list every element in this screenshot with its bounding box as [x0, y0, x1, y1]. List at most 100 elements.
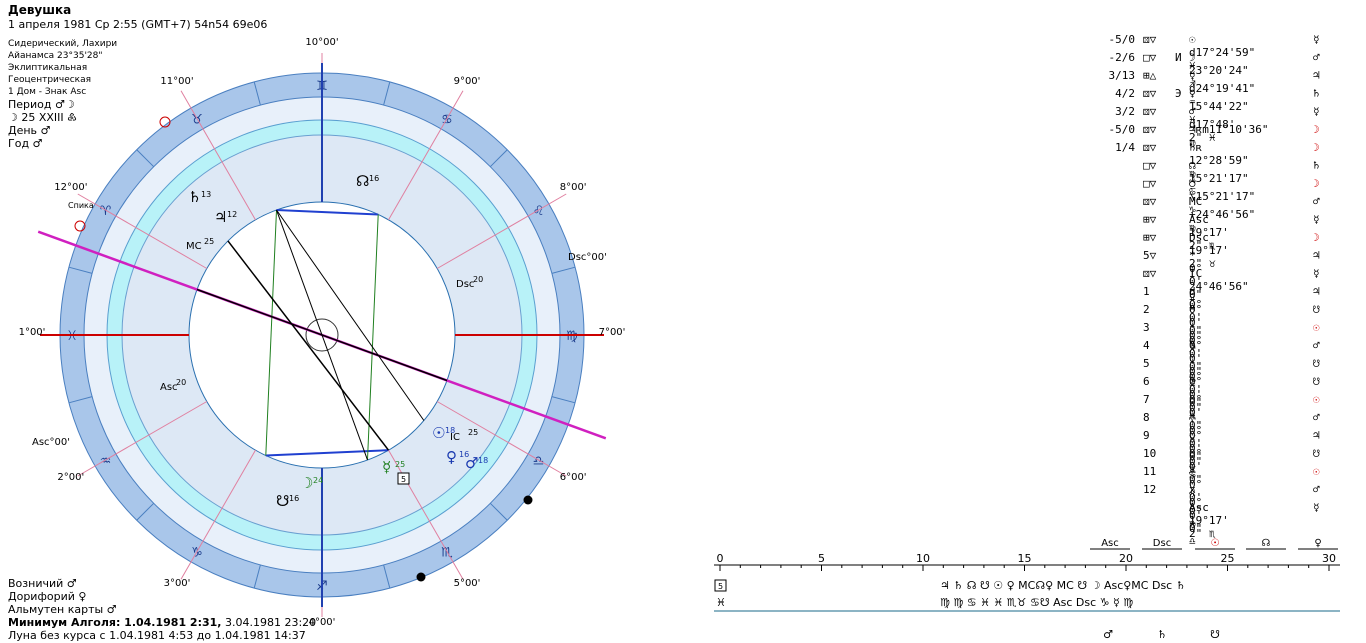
scale-mark-label: ☉	[1211, 538, 1220, 549]
planet-table-asp: □▽	[1143, 159, 1157, 172]
mc-inner-label: MC	[186, 241, 202, 252]
house-cusp-label: 9°00'	[454, 76, 481, 87]
planet-glyph: ☽	[300, 474, 313, 492]
house-cusp-label: 5°00'	[454, 578, 481, 589]
planet-table-score: 3/13	[1108, 69, 1136, 82]
planet-table-ruler: ♃	[1313, 69, 1320, 82]
ic-degree: 25	[468, 428, 478, 437]
planet-glyph: ♃	[214, 208, 227, 226]
scale-mark-label: ♀	[1314, 538, 1321, 549]
planet-table-score: 1/4	[1115, 141, 1135, 154]
planet-glyph: ♄	[188, 188, 201, 206]
scale-mark-label: ☊	[1262, 538, 1271, 549]
planet-table-ruler: ♃	[1313, 429, 1320, 442]
zodiac-sign-glyph: ♍	[566, 329, 578, 344]
planet-table-ruler: ☿	[1313, 501, 1320, 514]
planet-glyph: ☿	[382, 458, 391, 476]
planet-table-asp: □▽	[1143, 177, 1157, 190]
planet-table-asp: 10	[1143, 447, 1157, 460]
scale-tick-label: 20	[1119, 552, 1133, 565]
chart-title: Девушка	[8, 3, 72, 17]
planet-table-asp: ⚄▽	[1143, 267, 1157, 280]
planet-table-ruler: ☿	[1313, 33, 1320, 46]
planet-table-ruler: ☿	[1313, 105, 1320, 118]
scale-row1-label: 5	[718, 582, 723, 591]
planet-table-asp: ⚄▽	[1143, 141, 1157, 154]
planet-table-asp: ⚄▽	[1143, 195, 1157, 208]
planet-table-ruler: ☋	[1313, 357, 1320, 370]
planet-table-ruler: ☉	[1313, 321, 1320, 334]
planet-table-ruler: ♄	[1313, 159, 1320, 172]
planet-table-ruler: ☉	[1313, 393, 1320, 406]
planet-table-asp: 3	[1143, 321, 1150, 334]
natal-chart-wheel: ♌♋♊♉♈♓♒♑♐♏♎♍10°00'11°00'12°00'1°00'2°00'…	[19, 37, 626, 628]
planet-glyph: ♂	[465, 454, 478, 472]
scale-tick-label: 30	[1322, 552, 1336, 565]
planet-table-ruler: ♃	[1313, 285, 1320, 298]
scale-mark-label: Dsc	[1153, 538, 1171, 549]
house-cusp-label: 10°00'	[305, 37, 338, 48]
house-box-label: 5	[401, 475, 406, 484]
planet-degree: 24	[313, 476, 323, 485]
planet-degree: 25	[395, 460, 405, 469]
scale-row2-label: ♓	[716, 596, 726, 609]
planet-table-ruler: ☽	[1313, 177, 1320, 190]
scale-row1: ♃ ♄ ☊ ☋ ☉ ♀ MC☊♀ MC ☋ ☽ Asc♀MC Dsc ♄	[940, 579, 1186, 592]
planet-table-ruler: ☿	[1313, 213, 1320, 226]
house-cusp-label: 3°00'	[164, 578, 191, 589]
planet-table-asp: □▽	[1143, 51, 1157, 64]
planet-degree: 18	[478, 456, 488, 465]
degree-scale: 0 5 10 15 20 25 30 Asc Dsc ☉ ☊ ♀ 5 ♓ ♃ ♄ ☊ ☋ ☉ ♀ MC☊♀ …	[714, 538, 1340, 641]
planet-table-asp: ⊞▽	[1143, 231, 1157, 244]
planet-table-ruler: ☽	[1313, 123, 1320, 136]
asc-outer-label: Asc°00'	[32, 437, 70, 448]
house-cusp-label: 6°00'	[560, 472, 587, 483]
planet-table-asp: 2	[1143, 303, 1150, 316]
zodiac-sign-glyph: ♎	[533, 454, 545, 469]
planet-table-asp: ⊞▽	[1143, 213, 1157, 226]
planet-table-asp: 11	[1143, 465, 1157, 478]
asc-degree: 20	[176, 378, 186, 387]
planet-table-asp: 1	[1143, 285, 1150, 298]
zodiac-sign-glyph: ♌	[533, 204, 545, 219]
scale-mark-label: Asc	[1101, 538, 1119, 549]
planet-table-ruler: ♂	[1313, 51, 1320, 64]
zodiac-sign-glyph: ♒	[100, 454, 112, 469]
planet-degree: 18	[445, 426, 455, 435]
scale-tick-label: 5	[818, 552, 825, 565]
planet-table-asp: 12	[1143, 483, 1157, 496]
house-cusp-label: 4°00'	[309, 617, 336, 628]
scale-tick-label: 15	[1018, 552, 1032, 565]
house-cusp-label: 1°00'	[19, 327, 46, 338]
planet-table-mark: Э	[1175, 87, 1182, 100]
moon-void-line: Луна без курса с 1.04.1981 4:53 до 1.04.…	[8, 629, 306, 642]
planet-degree: 12	[227, 210, 237, 219]
zodiac-sign-glyph: ♈	[100, 204, 112, 219]
planet-table-asp: 5▽	[1143, 249, 1157, 262]
scale-bottom-glyph: ♂	[1103, 628, 1113, 641]
planet-table-ruler: ☋	[1313, 303, 1320, 316]
planet-degree: 13	[201, 190, 211, 199]
planet-table-ruler: ☽	[1313, 231, 1320, 244]
planet-table-asp: ⚄▽	[1143, 123, 1157, 136]
house-cusp-label: 8°00'	[560, 182, 587, 193]
black-dot	[523, 495, 533, 505]
planet-table-ruler: ♂	[1313, 483, 1320, 496]
planet-table-mark: И	[1175, 51, 1182, 64]
planet-table-ruler: ☋	[1313, 375, 1320, 388]
planet-table-ruler: ☿	[1313, 267, 1320, 280]
planet-glyph: ☋	[276, 492, 289, 510]
planet-table-asp: 4	[1143, 339, 1150, 352]
dsc-degree: 20	[473, 275, 483, 284]
planet-glyph: ♀	[446, 448, 457, 466]
planet-table-score: -2/6	[1108, 51, 1136, 64]
planet-table-asp: 8	[1143, 411, 1150, 424]
planet-table-asp: 5	[1143, 357, 1150, 370]
planet-table-ruler: ☽	[1313, 141, 1320, 154]
planet-table-asp: 9	[1143, 429, 1150, 442]
scale-tick-label: 25	[1221, 552, 1235, 565]
planet-table-ruler: ♄	[1313, 87, 1320, 100]
planet-table-ruler: ♂	[1313, 411, 1320, 424]
zodiac-sign-glyph: ♓	[66, 329, 78, 344]
house-cusp-label: 11°00'	[160, 76, 193, 87]
